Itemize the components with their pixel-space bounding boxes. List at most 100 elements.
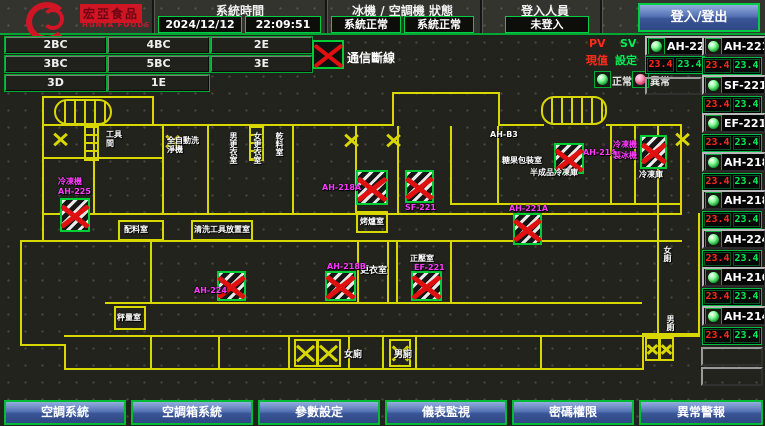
unit-values-ah221a: 23.4 23.4	[702, 57, 762, 75]
pv-value: 23.4	[704, 175, 731, 189]
header-divider	[152, 0, 154, 33]
wall	[42, 96, 154, 98]
status-led	[705, 154, 722, 171]
wall	[20, 344, 66, 346]
sv-value: 23.4	[733, 329, 760, 343]
wall	[610, 126, 612, 205]
room-label: 糖果包裝室	[502, 155, 542, 166]
sv-value: 23.4	[733, 175, 760, 189]
sv-value: 23.4	[733, 213, 760, 227]
unit-name-ah221a[interactable]: AH-221A	[702, 36, 765, 56]
equipment-marker-ef221[interactable]	[411, 271, 442, 301]
equipment-marker-ah218b[interactable]	[325, 271, 356, 301]
door-x-icon	[317, 339, 341, 367]
legend-normal-led	[594, 71, 611, 88]
nav-button-alarm[interactable]: 異常警報	[639, 400, 763, 425]
wall	[657, 205, 659, 335]
wall	[415, 337, 417, 368]
sv-header-label: SV	[620, 37, 636, 50]
unit-name-ah218b[interactable]: AH-218B	[702, 190, 765, 210]
header-divider	[325, 0, 327, 33]
status-led	[705, 308, 722, 325]
pv-sub-label: 現值	[586, 52, 608, 68]
wall	[450, 126, 452, 205]
unit-name-ah214[interactable]: AH-214	[702, 306, 765, 326]
door-x-icon	[675, 129, 690, 149]
wall	[698, 213, 700, 335]
empty-slot	[645, 77, 702, 95]
unit-name-sf221[interactable]: SF-221	[702, 75, 765, 95]
wall	[162, 126, 164, 215]
system-time-value: 22:09:51	[245, 16, 321, 33]
empty-slot	[701, 347, 763, 366]
unit-values-ah218b: 23.4 23.4	[702, 211, 762, 229]
wall	[498, 124, 544, 126]
equipment-marker-icemaker[interactable]	[640, 135, 667, 169]
ahu-status-value: 系統正常	[404, 16, 474, 33]
status-led	[705, 77, 722, 94]
unit-name-ah224[interactable]: AH-224	[702, 229, 765, 249]
legend-normal-label: 正常	[612, 73, 632, 88]
pv-value: 23.4	[704, 136, 731, 150]
comm-error-label: 通信斷線	[347, 49, 395, 66]
pv-value: 23.4	[704, 59, 731, 73]
wall	[150, 242, 152, 304]
pv-header-label: PV	[589, 37, 606, 50]
door-x-icon	[645, 337, 660, 361]
login-status-value: 未登入	[505, 16, 589, 33]
equipment-marker-ah221a[interactable]	[513, 213, 542, 245]
room-label: 女廁	[662, 246, 673, 278]
unit-name-ah218a[interactable]: AH-218A	[702, 152, 765, 172]
floor-button-3e[interactable]: 3E	[211, 56, 312, 72]
wall	[152, 96, 154, 126]
unit-name-ef221[interactable]: EF-221	[702, 113, 765, 133]
room-label: 男廁	[394, 347, 412, 360]
unit-label: AH-214	[724, 310, 765, 323]
floor-button-2e[interactable]: 2E	[211, 37, 312, 53]
stairs-icon	[541, 96, 607, 125]
device-label: AH-221A	[509, 204, 548, 213]
device-label: AH-224	[194, 286, 227, 295]
room-label: 乾料室	[274, 132, 285, 190]
wall	[634, 126, 636, 205]
unit-name-ah225[interactable]: AH-225	[645, 36, 704, 56]
header-bar: 宏亞食品 HUNYA FOODS 系統時間 2024/12/12 22:09:5…	[0, 0, 765, 35]
sv-value: 23.4	[676, 58, 703, 72]
ladder-icon	[84, 126, 99, 161]
unit-label: AH-221A	[724, 40, 765, 53]
nav-button-password-auth[interactable]: 密碼權限	[512, 400, 634, 425]
floor-button-3bc[interactable]: 3BC	[5, 56, 106, 72]
wall	[387, 242, 389, 304]
pv-value: 23.4	[704, 213, 731, 227]
equipment-marker-sf221[interactable]	[405, 170, 434, 203]
nav-button-ahu-system[interactable]: 空調箱系統	[131, 400, 253, 425]
room-label: 冷凍庫	[639, 169, 663, 180]
floor-button-5bc[interactable]: 5BC	[108, 56, 209, 72]
floor-button-3d[interactable]: 3D	[5, 75, 106, 91]
nav-button-ac-system[interactable]: 空調系統	[4, 400, 126, 425]
sv-value: 23.4	[733, 59, 760, 73]
device-label: EF-221	[414, 263, 445, 272]
empty-slot	[701, 367, 763, 386]
floor-button-2bc[interactable]: 2BC	[5, 37, 106, 53]
room-label: 半成品冷凍庫	[530, 167, 578, 178]
wall	[642, 333, 644, 370]
nav-button-meter-monitor[interactable]: 儀表監視	[385, 400, 507, 425]
login-logout-button[interactable]: 登入/登出	[638, 3, 760, 32]
wall	[540, 337, 542, 368]
unit-values-ah216: 23.4 23.4	[702, 288, 762, 306]
equipment-marker-ah225[interactable]	[60, 198, 90, 232]
stairs-icon	[54, 99, 112, 125]
pv-value: 23.4	[704, 329, 731, 343]
sv-value: 23.4	[733, 252, 760, 266]
wall	[42, 157, 162, 159]
unit-values-ah218a: 23.4 23.4	[702, 173, 762, 191]
floor-button-1e[interactable]: 1E	[108, 75, 209, 91]
pv-value: 23.4	[704, 290, 731, 304]
door-x-icon	[344, 131, 359, 149]
floor-button-4bc[interactable]: 4BC	[108, 37, 209, 53]
room-label: 女廁	[344, 347, 362, 360]
nav-button-param-settings[interactable]: 參數設定	[258, 400, 380, 425]
room-label: 男更衣室	[228, 132, 239, 190]
unit-name-ah216[interactable]: AH-216	[702, 267, 765, 287]
